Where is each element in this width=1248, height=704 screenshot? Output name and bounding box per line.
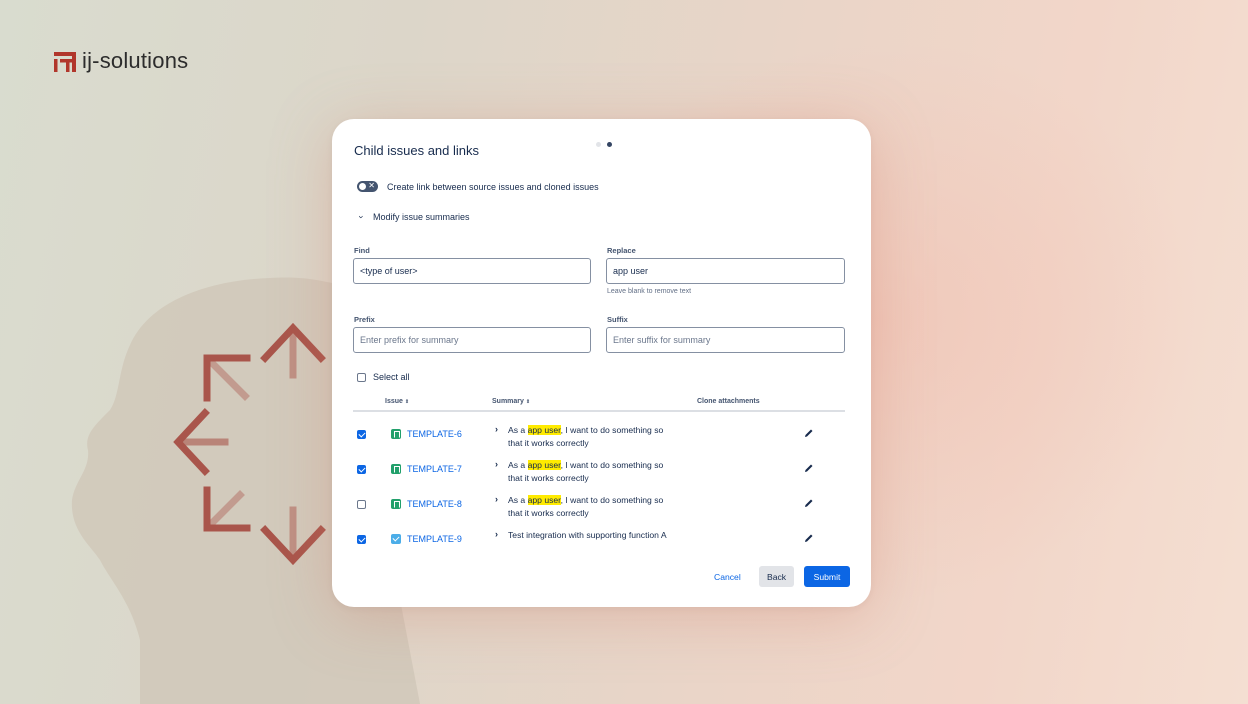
issue-key-link[interactable]: TEMPLATE-8 [407, 499, 462, 509]
find-input[interactable] [353, 258, 591, 284]
pencil-icon[interactable] [804, 533, 814, 543]
story-icon [391, 499, 401, 509]
brand-logo: ij-solutions [54, 48, 188, 74]
modify-summaries-expander[interactable]: › Modify issue summaries [356, 212, 470, 222]
chevron-right-icon[interactable]: › [495, 424, 498, 434]
table-row: TEMPLATE-7 › As a app user, I want to do… [332, 458, 871, 493]
table-header-divider [353, 410, 845, 412]
pencil-icon[interactable] [804, 498, 814, 508]
pencil-icon[interactable] [804, 428, 814, 438]
step-indicator [596, 142, 612, 147]
issue-key-link[interactable]: TEMPLATE-9 [407, 534, 462, 544]
submit-button[interactable]: Submit [804, 566, 850, 587]
column-header-clone-attachments: Clone attachments [697, 398, 760, 405]
modify-summaries-label: Modify issue summaries [373, 212, 470, 222]
row-checkbox[interactable] [357, 535, 366, 544]
select-all-checkbox[interactable] [357, 372, 366, 382]
summary-highlight: app user [527, 495, 561, 505]
summary-header-label: Summary [492, 398, 524, 405]
prefix-label: Prefix [354, 315, 375, 324]
column-header-issue[interactable]: Issue ⇕ [385, 398, 409, 405]
step-dot-1 [596, 142, 601, 147]
table-row: TEMPLATE-8 › As a app user, I want to do… [332, 493, 871, 528]
summary-pre: As a [508, 425, 528, 435]
issue-summary: As a app user, I want to do something so… [508, 424, 678, 450]
issue-key-link[interactable]: TEMPLATE-6 [407, 429, 462, 439]
issue-key-link[interactable]: TEMPLATE-7 [407, 464, 462, 474]
story-icon [391, 429, 401, 439]
link-toggle-row: ✕ Create link between source issues and … [357, 181, 599, 192]
brand-name: ij-solutions [82, 48, 189, 73]
link-toggle-label: Create link between source issues and cl… [387, 181, 599, 192]
child-issues-dialog: Child issues and links ✕ Create link bet… [332, 119, 871, 607]
chevron-right-icon[interactable]: › [495, 494, 498, 504]
select-all-label: Select all [373, 372, 410, 382]
replace-hint: Leave blank to remove text [607, 288, 692, 295]
row-checkbox[interactable] [357, 465, 366, 474]
summary-highlight: app user [527, 425, 561, 435]
chevron-right-icon[interactable]: › [495, 529, 498, 539]
sort-icon: ⇕ [525, 399, 531, 405]
chevron-down-icon: › [356, 215, 367, 219]
step-dot-2 [607, 142, 612, 147]
issue-summary: As a app user, I want to do something so… [508, 459, 678, 485]
prefix-input[interactable] [353, 327, 591, 353]
pencil-icon[interactable] [804, 463, 814, 473]
column-header-summary[interactable]: Summary ⇕ [492, 398, 530, 405]
replace-label: Replace [607, 246, 636, 255]
table-row: TEMPLATE-9 › Test integration with suppo… [332, 528, 871, 563]
row-checkbox[interactable] [357, 430, 366, 439]
ij-logo-icon [54, 52, 76, 72]
story-icon [391, 464, 401, 474]
sort-icon: ⇕ [404, 399, 410, 405]
link-toggle[interactable]: ✕ [357, 181, 378, 192]
back-button[interactable]: Back [759, 566, 795, 587]
dialog-title: Child issues and links [354, 143, 480, 158]
toggle-knob [359, 183, 366, 190]
suffix-label: Suffix [607, 315, 628, 324]
suffix-input[interactable] [606, 327, 845, 353]
table-row: TEMPLATE-6 › As a app user, I want to do… [332, 423, 871, 458]
task-icon [391, 534, 401, 544]
chevron-right-icon[interactable]: › [495, 459, 498, 469]
issue-header-label: Issue [385, 398, 403, 405]
cancel-button[interactable]: Cancel [706, 566, 749, 587]
summary-highlight: app user [527, 460, 561, 470]
summary-pre: As a [508, 495, 528, 505]
find-label: Find [354, 246, 370, 255]
row-checkbox[interactable] [357, 500, 366, 509]
summary-pre: As a [508, 460, 528, 470]
issue-summary: As a app user, I want to do something so… [508, 494, 678, 520]
summary-pre: Test integration with supporting functio… [508, 530, 667, 540]
issue-summary: Test integration with supporting functio… [508, 529, 678, 542]
toggle-off-icon: ✕ [368, 181, 375, 190]
replace-input[interactable] [606, 258, 845, 284]
select-all-row[interactable]: Select all [357, 372, 410, 382]
